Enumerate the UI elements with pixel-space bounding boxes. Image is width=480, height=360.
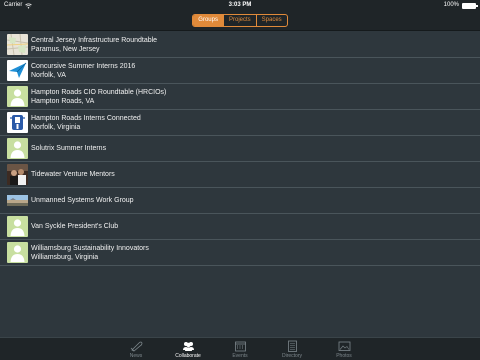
group-text: Tidewater Venture Mentors xyxy=(31,170,115,179)
group-text: Van Syckle President's Club xyxy=(31,222,118,231)
people-icon xyxy=(182,340,195,352)
person-silhouette-icon xyxy=(7,86,28,107)
group-text: Concursive Summer Interns 2016 Norfolk, V… xyxy=(31,62,135,80)
directory-icon xyxy=(286,340,299,352)
status-bar: Carrier 3:03 PM 100% xyxy=(0,0,480,11)
tab-label: Directory xyxy=(281,353,302,359)
tab-directory[interactable]: Directory xyxy=(271,338,313,360)
paper-plane-icon xyxy=(7,60,28,81)
person-silhouette-icon xyxy=(7,242,28,263)
group-row[interactable]: Concursive Summer Interns 2016 Norfolk, V… xyxy=(0,58,480,84)
tab-label: Events xyxy=(232,353,248,359)
logo-thumbnail-icon xyxy=(7,112,28,133)
battery-fill xyxy=(463,3,475,8)
group-row[interactable]: Hampton Roads CIO Roundtable (HRCIOs) Ham… xyxy=(0,84,480,110)
group-row[interactable]: Van Syckle President's Club xyxy=(0,214,480,240)
segmented-control: Groups Projects Spaces xyxy=(192,14,288,27)
group-location: Paramus, New Jersey xyxy=(31,45,100,53)
group-row[interactable]: Unmanned Systems Work Group xyxy=(0,188,480,214)
group-title: Unmanned Systems Work Group xyxy=(31,197,134,204)
battery-percent: 100% xyxy=(443,2,459,8)
group-row[interactable]: Hampton Roads Interns Connected Norfolk, … xyxy=(0,110,480,136)
group-title: Solutrix Summer Interns xyxy=(31,145,107,152)
map-thumbnail-icon xyxy=(7,34,28,55)
tab-label: News xyxy=(129,353,143,359)
group-title: Van Syckle President's Club xyxy=(31,223,119,230)
group-title: Williamsburg Sustainability Innovators xyxy=(31,244,149,252)
tab-news[interactable]: News xyxy=(115,338,157,360)
person-silhouette-icon xyxy=(7,138,28,159)
group-list[interactable]: Central Jersey Infrastructure Roundtable… xyxy=(0,32,480,337)
group-row[interactable]: Tidewater Venture Mentors xyxy=(0,162,480,188)
battery-icon xyxy=(462,2,478,9)
group-text: Solutrix Summer Interns xyxy=(31,144,106,153)
segment-groups[interactable]: Groups xyxy=(193,15,224,26)
calendar-icon xyxy=(234,340,247,352)
group-location: Hampton Roads, VA xyxy=(31,97,95,105)
group-text: Unmanned Systems Work Group xyxy=(31,196,134,205)
tab-label: Photos xyxy=(336,353,352,359)
group-row[interactable]: Central Jersey Infrastructure Roundtable… xyxy=(0,32,480,58)
photos-icon xyxy=(338,340,351,352)
group-row[interactable]: Solutrix Summer Interns xyxy=(0,136,480,162)
group-title: Central Jersey Infrastructure Roundtable xyxy=(31,36,158,44)
tab-collaborate[interactable]: Collaborate xyxy=(167,338,209,360)
group-row[interactable]: Williamsburg Sustainability Innovators Wi… xyxy=(0,240,480,266)
group-text: Central Jersey Infrastructure Roundtable… xyxy=(31,36,157,54)
tab-label: Collaborate xyxy=(175,353,201,359)
segment-spaces[interactable]: Spaces xyxy=(257,15,287,26)
group-text: Williamsburg Sustainability Innovators Wi… xyxy=(31,244,149,262)
news-icon xyxy=(130,340,143,352)
group-location: Norfolk, Virginia xyxy=(31,123,81,131)
group-location: Williamsburg, Virginia xyxy=(31,253,99,261)
photo-thumbnail-icon xyxy=(7,164,28,185)
group-location: Norfolk, VA xyxy=(31,71,66,79)
landscape-thumbnail-icon xyxy=(7,190,28,211)
group-title: Hampton Roads CIO Roundtable (HRCIOs) xyxy=(31,88,167,96)
group-title: Tidewater Venture Mentors xyxy=(31,171,115,178)
status-time: 3:03 PM xyxy=(228,2,252,8)
nav-bar: Groups Projects Spaces xyxy=(0,11,480,31)
tab-photos[interactable]: Photos xyxy=(323,338,365,360)
tab-bar: News Collaborate Events Directory Photos xyxy=(0,337,480,360)
status-battery: 100% xyxy=(443,0,478,11)
group-title: Hampton Roads Interns Connected xyxy=(31,114,141,122)
group-text: Hampton Roads Interns Connected Norfolk, … xyxy=(31,114,141,132)
group-title: Concursive Summer Interns 2016 xyxy=(31,62,136,70)
tab-events[interactable]: Events xyxy=(219,338,261,360)
segment-projects[interactable]: Projects xyxy=(224,15,257,26)
person-silhouette-icon xyxy=(7,216,28,237)
group-text: Hampton Roads CIO Roundtable (HRCIOs) Ham… xyxy=(31,88,166,106)
